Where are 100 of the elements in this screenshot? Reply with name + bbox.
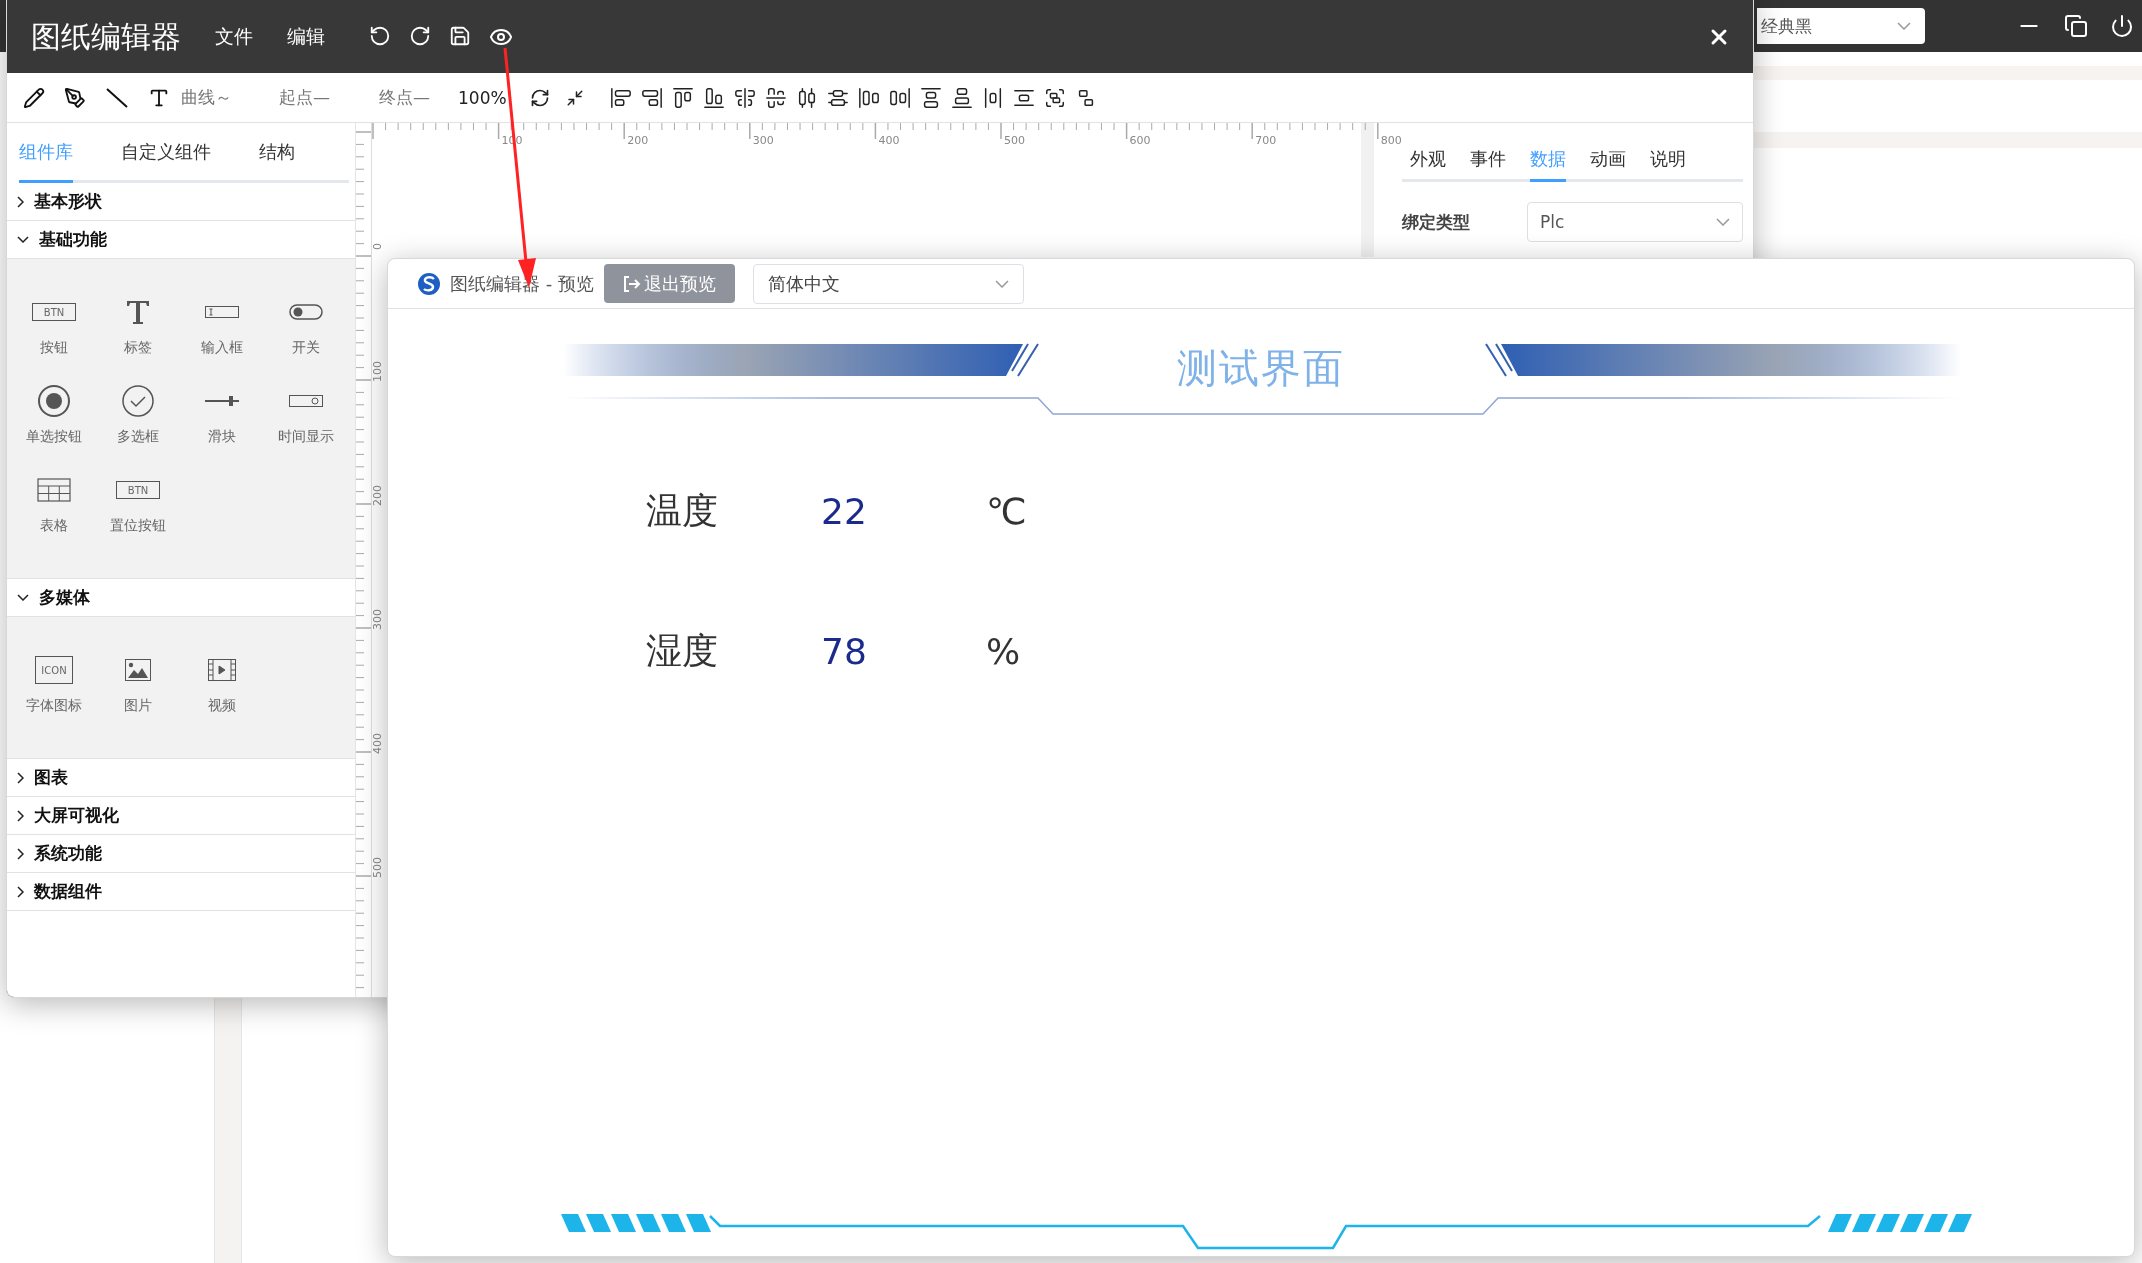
button-icon: BTN	[116, 481, 160, 499]
component-label[interactable]: 标签	[124, 339, 152, 357]
image-icon	[125, 659, 151, 681]
component-label[interactable]: 按钮	[40, 339, 68, 357]
ruler-label: 800	[1380, 134, 1402, 147]
clock-icon	[289, 395, 323, 407]
section-header[interactable]: 系统功能	[7, 835, 355, 873]
radio-icon	[37, 384, 71, 418]
component-label[interactable]: 表格	[40, 517, 68, 535]
ruler-label: 700	[1255, 134, 1277, 147]
align-center-icon[interactable]	[734, 86, 756, 109]
chevron-down-icon	[17, 594, 29, 601]
ruler-label: 200	[371, 485, 384, 506]
reading-label: 温度	[646, 488, 719, 533]
component-label[interactable]: 置位按钮	[110, 517, 166, 535]
theme-select[interactable]: 经典黑	[1757, 8, 1925, 44]
end-point-select[interactable]: 终点—	[379, 86, 458, 109]
page-heading: 测试界面	[1177, 344, 1345, 393]
align-left-icon[interactable]	[610, 86, 632, 109]
ruler-label: 400	[371, 733, 384, 754]
slider-icon	[205, 395, 239, 407]
section-header[interactable]: 大屏可视化	[7, 797, 355, 835]
reading-unit: ℃	[986, 490, 1028, 532]
start-point-select[interactable]: 起点—	[279, 86, 379, 109]
chevron-right-icon	[17, 809, 24, 822]
distribute-horizontal-icon[interactable]	[796, 86, 818, 109]
panel-tab[interactable]: 自定义组件	[121, 123, 211, 183]
chevron-right-icon	[17, 847, 24, 860]
component-label[interactable]: 视频	[208, 697, 236, 715]
menu-item[interactable]: 编辑	[287, 24, 325, 50]
reading-value: 22	[821, 490, 868, 532]
component-label[interactable]: 图片	[124, 697, 152, 715]
ruler-label: 600	[1129, 134, 1151, 147]
align-middle-icon[interactable]	[765, 86, 787, 109]
reading-label: 湿度	[646, 628, 719, 673]
ruler-label: 300	[752, 134, 774, 147]
property-tab[interactable]: 外观	[1410, 147, 1446, 182]
redo-icon[interactable]	[409, 25, 431, 47]
chevron-down-icon	[17, 236, 29, 243]
logo-icon	[418, 272, 440, 295]
property-tab[interactable]: 动画	[1590, 147, 1626, 182]
shrink-icon[interactable]	[566, 88, 584, 107]
component-label[interactable]: 滑块	[208, 428, 236, 446]
pen-icon[interactable]	[64, 86, 86, 109]
ruler-label: 500	[1004, 134, 1025, 147]
group-icon[interactable]	[1044, 86, 1066, 109]
line-icon[interactable]	[105, 85, 129, 110]
ruler-label: 100	[371, 361, 384, 382]
section-header[interactable]: 基本形状	[7, 183, 355, 221]
checkbox-icon	[121, 384, 155, 418]
panel-tab[interactable]: 结构	[259, 123, 295, 183]
reading-value: 78	[821, 630, 868, 672]
menu-item[interactable]: 文件	[215, 24, 253, 50]
pencil-icon[interactable]	[23, 86, 45, 109]
binding-type-select[interactable]: Plc	[1527, 202, 1743, 242]
justify-left-icon[interactable]	[858, 86, 880, 109]
restore-icon[interactable]	[2064, 14, 2088, 38]
component-label[interactable]: 单选按钮	[26, 428, 82, 446]
justify-bottom-icon[interactable]	[951, 86, 973, 109]
component-label[interactable]: 输入框	[201, 339, 243, 357]
save-icon[interactable]	[449, 25, 471, 47]
chevron-right-icon	[17, 885, 24, 898]
ruler-label: 0	[371, 243, 384, 250]
section-header[interactable]: 图表	[7, 759, 355, 797]
text-icon	[126, 299, 150, 325]
ruler-label: 400	[878, 134, 900, 147]
align-bottom-icon[interactable]	[703, 86, 725, 109]
exit-icon	[622, 274, 643, 293]
refresh-icon[interactable]	[530, 87, 550, 108]
chevron-down-icon	[1716, 218, 1730, 226]
table-icon	[37, 478, 71, 502]
curve-select[interactable]: 曲线～	[181, 86, 279, 109]
language-select[interactable]: 简体中文	[752, 263, 1024, 304]
field-label: 绑定类型	[1402, 210, 1471, 234]
property-tab[interactable]: 说明	[1650, 147, 1686, 182]
power-icon[interactable]	[2110, 14, 2134, 38]
align-right-icon[interactable]	[641, 86, 663, 109]
space-horizontal-icon[interactable]	[982, 86, 1004, 109]
align-top-icon[interactable]	[672, 86, 694, 109]
ruler-label: 300	[371, 609, 384, 630]
font-icon-icon: ICON	[35, 656, 73, 684]
justify-top-icon[interactable]	[920, 86, 942, 109]
ruler-label: 200	[627, 134, 649, 147]
component-label[interactable]: 开关	[292, 339, 320, 357]
video-icon	[208, 659, 236, 681]
reading-unit: %	[986, 630, 1022, 672]
chevron-down-icon	[994, 279, 1009, 288]
component-label[interactable]: 多选框	[117, 428, 159, 446]
chevron-right-icon	[17, 771, 24, 784]
app-title: 图纸编辑器	[31, 17, 181, 56]
zoom-level[interactable]: 100%	[458, 87, 530, 108]
component-label[interactable]: 时间显示	[278, 428, 334, 446]
chevron-right-icon	[17, 195, 24, 208]
component-label[interactable]: 字体图标	[26, 697, 82, 715]
input-icon	[205, 306, 239, 318]
undo-icon[interactable]	[369, 25, 391, 47]
ruler-label: 500	[371, 857, 384, 878]
section-header[interactable]: 数据组件	[7, 873, 355, 911]
justify-right-icon[interactable]	[889, 86, 911, 109]
property-tab[interactable]: 事件	[1470, 147, 1506, 182]
